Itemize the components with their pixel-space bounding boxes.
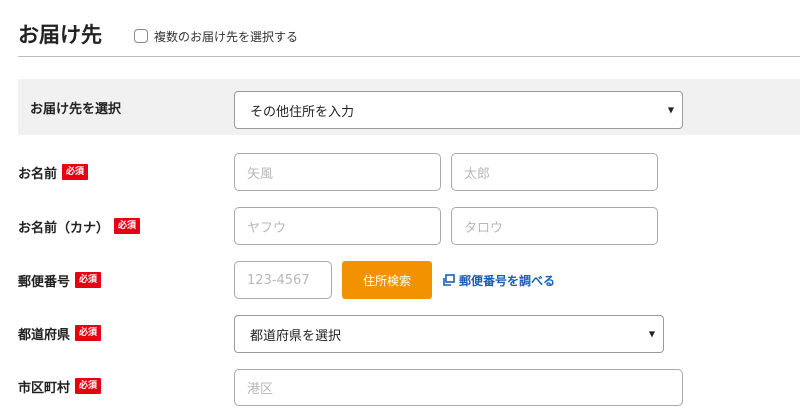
- section-header: お届け先 複数のお届け先を選択する: [18, 0, 800, 56]
- dropdown-arrow-icon: ▼: [667, 105, 674, 115]
- first-name-input[interactable]: 太郎: [451, 153, 658, 191]
- postal-code-input[interactable]: 123-4567: [234, 261, 332, 299]
- last-name-kana-input[interactable]: ヤフウ: [234, 207, 441, 245]
- name-label: お名前: [18, 166, 58, 182]
- prefecture-selected-value: 都道府県を選択: [250, 328, 342, 344]
- header-divider: [18, 56, 800, 57]
- city-label-group: 市区町村 必須: [18, 377, 102, 396]
- required-badge: 必須: [114, 218, 141, 234]
- postal-label-group: 郵便番号 必須: [18, 271, 102, 290]
- prefecture-label: 都道府県: [18, 327, 71, 343]
- required-badge: 必須: [62, 164, 89, 180]
- postal-lookup-label: 郵便番号を調べる: [459, 273, 556, 288]
- required-badge: 必須: [75, 272, 102, 288]
- postal-lookup-link[interactable]: 郵便番号を調べる: [443, 270, 555, 290]
- postal-label: 郵便番号: [18, 274, 71, 290]
- address-search-button[interactable]: 住所検索: [342, 261, 432, 299]
- dropdown-arrow-icon: ▼: [648, 329, 655, 339]
- required-badge: 必須: [75, 325, 102, 341]
- external-window-icon: [443, 274, 455, 286]
- first-name-kana-input[interactable]: タロウ: [451, 207, 658, 245]
- multiple-destinations-label: 複数のお届け先を選択する: [154, 29, 299, 44]
- city-label: 市区町村: [18, 380, 71, 396]
- name-label-group: お名前 必須: [18, 163, 89, 182]
- prefecture-label-group: 都道府県 必須: [18, 324, 102, 343]
- multiple-destinations-checkbox[interactable]: [134, 29, 148, 43]
- page-title: お届け先: [18, 23, 102, 47]
- kana-label-group: お名前（カナ） 必須: [18, 217, 141, 236]
- kana-label: お名前（カナ）: [18, 220, 110, 236]
- prefecture-select[interactable]: 都道府県を選択 ▼: [234, 315, 664, 353]
- destination-label: お届け先を選択: [30, 101, 122, 117]
- last-name-input[interactable]: 矢風: [234, 153, 441, 191]
- multiple-destinations-option[interactable]: 複数のお届け先を選択する: [134, 27, 298, 45]
- destination-select[interactable]: その他住所を入力 ▼: [234, 91, 683, 129]
- destination-select-row: お届け先を選択 その他住所を入力 ▼: [18, 79, 800, 135]
- destination-selected-value: その他住所を入力: [250, 104, 355, 120]
- city-input[interactable]: 港区: [234, 369, 683, 406]
- required-badge: 必須: [75, 378, 102, 394]
